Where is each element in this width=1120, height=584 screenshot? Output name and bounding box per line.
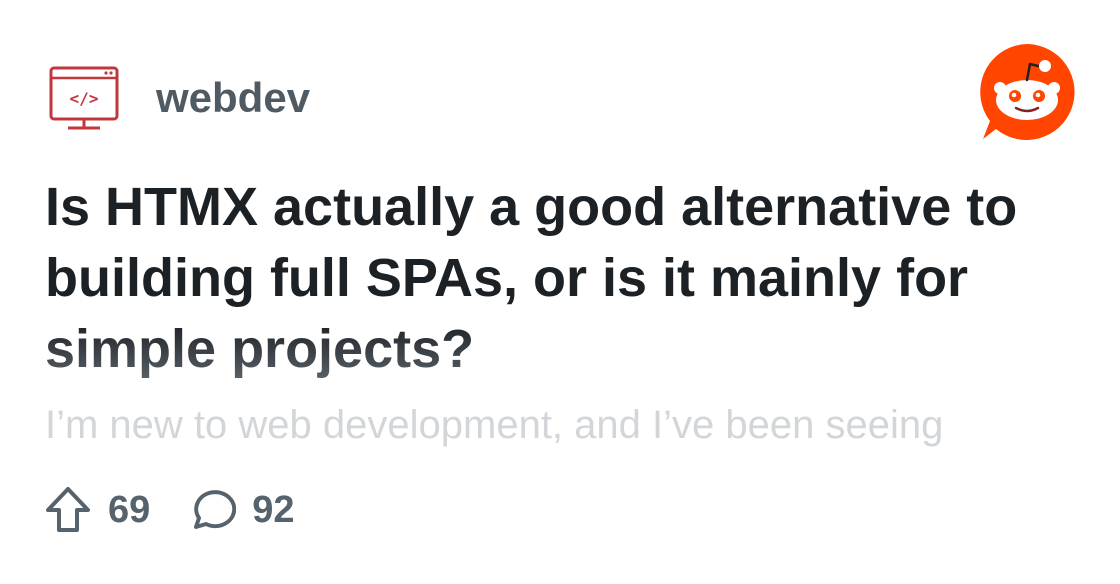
svg-text:</>: </> [70,89,99,108]
comments-button[interactable]: 92 [188,486,295,534]
post-body-preview: I’m new to web development, and I’ve bee… [45,403,944,447]
post-header: </> webdev [0,0,1120,160]
subreddit-name[interactable]: webdev [156,74,310,122]
post-title[interactable]: Is HTMX actually a good alternative to b… [45,172,1085,385]
upvote-count: 69 [108,489,151,531]
comment-count: 92 [252,489,295,531]
reddit-logo-icon[interactable] [978,42,1078,142]
monitor-code-icon[interactable]: </> [48,63,120,135]
upvote-button[interactable]: 69 [44,486,150,534]
comment-bubble-icon[interactable] [188,486,237,534]
post-stats: 69 92 [44,484,295,536]
upvote-arrow-icon[interactable] [44,486,92,534]
